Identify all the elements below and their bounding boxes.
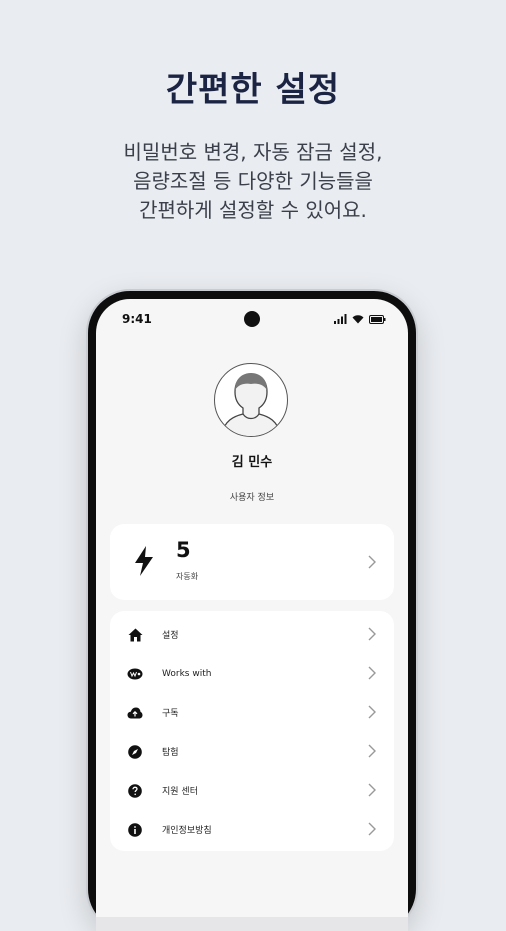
works-with-icon — [127, 666, 143, 682]
menu-item-privacy-policy[interactable]: 개인정보방침 — [110, 810, 394, 849]
chevron-right-icon — [368, 555, 376, 569]
info-icon — [127, 822, 143, 838]
automation-count: 5 — [176, 538, 191, 562]
chevron-right-icon — [368, 744, 376, 758]
chevron-right-icon — [368, 666, 376, 680]
menu-item-label: Works with — [162, 668, 212, 679]
description-line-1: 비밀번호 변경, 자동 잠금 설정, — [123, 140, 383, 164]
automation-card[interactable]: 5 자동화 — [110, 524, 394, 600]
bottom-navigation-bar — [96, 917, 408, 931]
cloud-upload-icon — [127, 705, 143, 721]
signal-icon — [334, 314, 347, 324]
chevron-right-icon — [368, 822, 376, 836]
description-line-3: 간편하게 설정할 수 있어요. — [139, 198, 367, 222]
phone-screen: 9:41 김 민수 사용자 정보 5 자동화 설정 Works with 구독 … — [96, 299, 408, 931]
compass-icon — [127, 744, 143, 760]
menu-item-label: 설정 — [162, 631, 179, 641]
menu-item-label: 지원 센터 — [162, 787, 198, 797]
menu-item-label: 탐험 — [162, 748, 179, 758]
menu-item-explore[interactable]: 탐험 — [110, 732, 394, 771]
status-icons — [334, 314, 386, 324]
page-headline: 간편한 설정 — [165, 70, 341, 110]
home-icon — [127, 627, 143, 643]
profile-name: 김 민수 — [231, 455, 273, 470]
bolt-icon — [135, 546, 153, 576]
chevron-right-icon — [368, 627, 376, 641]
avatar[interactable] — [214, 363, 288, 437]
battery-icon — [369, 314, 386, 324]
menu-item-label: 구독 — [162, 709, 179, 719]
menu-item-works-with[interactable]: Works with — [110, 654, 394, 693]
user-info-link[interactable]: 사용자 정보 — [96, 490, 408, 503]
menu-item-label: 개인정보방침 — [162, 826, 212, 836]
automation-label: 자동화 — [176, 572, 199, 581]
front-camera — [244, 311, 260, 327]
status-time: 9:41 — [122, 312, 152, 326]
chevron-right-icon — [368, 705, 376, 719]
description-line-2: 음량조절 등 다양한 기능들을 — [133, 169, 373, 193]
wifi-icon — [352, 315, 364, 324]
phone-frame: 9:41 김 민수 사용자 정보 5 자동화 설정 Works with 구독 … — [88, 291, 416, 931]
help-icon — [127, 783, 143, 799]
user-avatar-icon — [220, 373, 282, 436]
menu-item-subscription[interactable]: 구독 — [110, 693, 394, 732]
settings-menu: 설정 Works with 구독 탐험 지원 센터 개인정보방침 — [110, 611, 394, 851]
menu-item-support-center[interactable]: 지원 센터 — [110, 771, 394, 810]
page-description: 비밀번호 변경, 자동 잠금 설정, 음량조절 등 다양한 기능들을 간편하게 … — [0, 138, 506, 225]
menu-item-settings[interactable]: 설정 — [110, 615, 394, 654]
chevron-right-icon — [368, 783, 376, 797]
